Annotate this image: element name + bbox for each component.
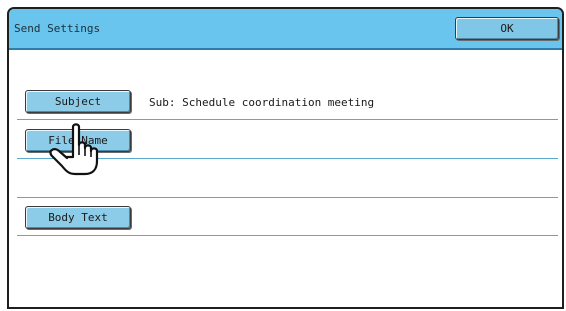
- row-divider: [17, 119, 558, 120]
- body-text-button[interactable]: Body Text: [25, 206, 131, 229]
- ok-button[interactable]: OK: [455, 17, 559, 40]
- subject-value: Sub: Schedule coordination meeting: [149, 96, 375, 109]
- row-divider: [17, 197, 558, 198]
- hand-pointer-icon: [49, 123, 99, 176]
- row-divider: [17, 235, 558, 236]
- window-title: Send Settings: [14, 22, 101, 35]
- title-bar: Send Settings OK: [9, 9, 562, 50]
- subject-button[interactable]: Subject: [25, 90, 131, 113]
